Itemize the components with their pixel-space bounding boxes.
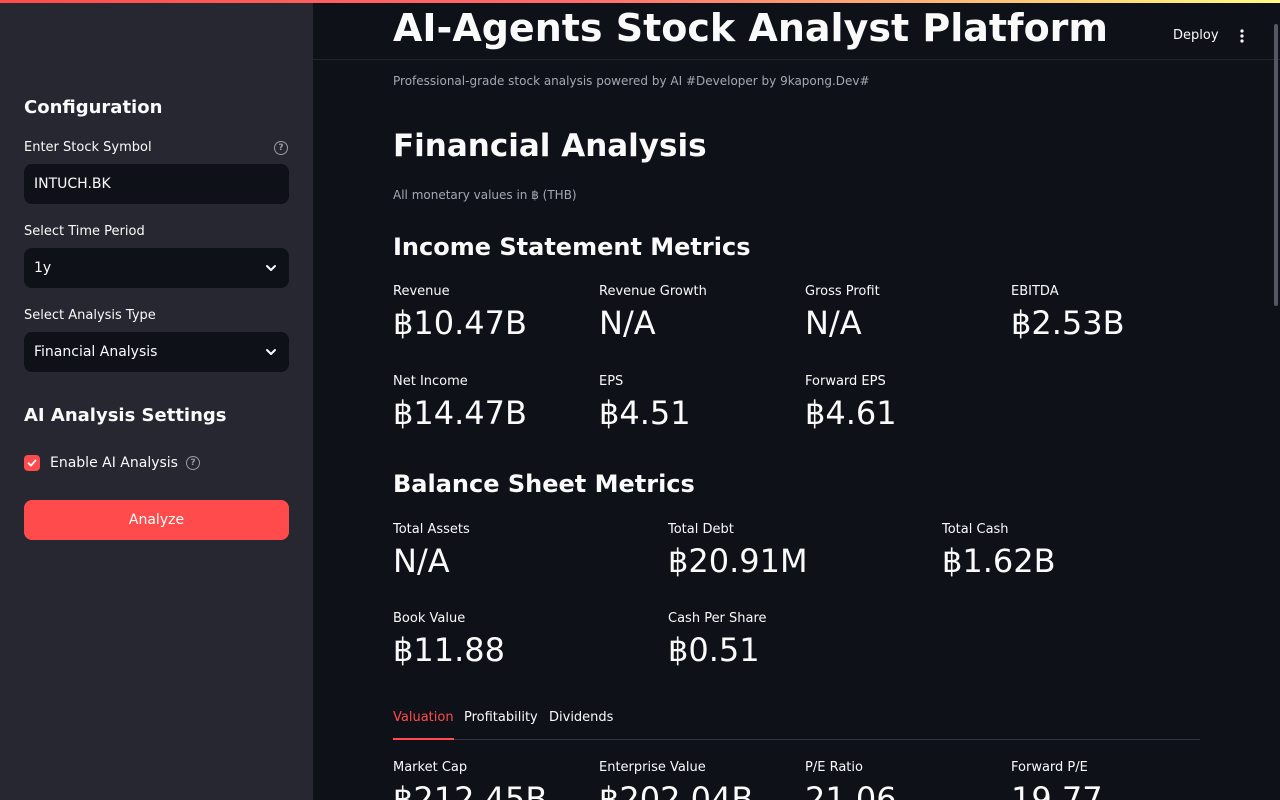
income-heading: Income Statement Metrics (393, 233, 751, 261)
metric-label: Total Debt (668, 522, 734, 537)
metric-label: EBITDA (1011, 284, 1059, 299)
tab-dividends[interactable]: Dividends (549, 710, 613, 740)
sidebar: Configuration Enter Stock Symbol ? INTUC… (0, 0, 313, 800)
metric-value: N/A (805, 304, 862, 342)
metric-value: ฿14.47B (393, 394, 527, 432)
period-label: Select Time Period (24, 224, 145, 239)
metric-value: N/A (393, 542, 450, 580)
section-title: Financial Analysis (393, 128, 707, 164)
metric-label: Revenue (393, 284, 450, 299)
page-title: AI-Agents Stock Analyst Platform (393, 6, 1109, 50)
metric-label: Gross Profit (805, 284, 880, 299)
metric-eps: EPS ฿4.51 (599, 374, 691, 432)
chevron-down-icon (266, 349, 276, 355)
metric-value: N/A (599, 304, 656, 342)
metric-value: ฿0.51 (668, 631, 760, 669)
metric-value: ฿11.88 (393, 631, 505, 669)
metric-label: Revenue Growth (599, 284, 707, 299)
metric-total-assets: Total Assets N/A (393, 522, 470, 580)
metric-forward-eps: Forward EPS ฿4.61 (805, 374, 897, 432)
symbol-label: Enter Stock Symbol (24, 140, 152, 155)
metric-net-income: Net Income ฿14.47B (393, 374, 527, 432)
metric-forward-pe: Forward P/E 19.77 (1011, 760, 1103, 800)
metric-label: Forward P/E (1011, 760, 1088, 775)
help-icon[interactable]: ? (274, 141, 288, 155)
metric-value: ฿202.04B (599, 780, 754, 800)
chevron-down-icon (266, 265, 276, 271)
metric-total-cash: Total Cash ฿1.62B (942, 522, 1056, 580)
metric-value: ฿10.47B (393, 304, 527, 342)
page-subtitle: Professional-grade stock analysis powere… (393, 74, 870, 88)
analysis-type-select[interactable]: Financial Analysis (24, 332, 289, 372)
analyze-button[interactable]: Analyze (24, 500, 289, 540)
stock-symbol-value: INTUCH.BK (34, 176, 111, 192)
analysis-type-value: Financial Analysis (34, 344, 158, 360)
stock-symbol-input[interactable]: INTUCH.BK (24, 164, 289, 204)
metric-market-cap: Market Cap ฿212.45B (393, 760, 547, 800)
time-period-value: 1y (34, 260, 52, 276)
metric-value: ฿1.62B (942, 542, 1056, 580)
metric-label: Enterprise Value (599, 760, 706, 775)
config-heading: Configuration (24, 97, 163, 118)
metric-value: ฿2.53B (1011, 304, 1125, 342)
metric-cash-per-share: Cash Per Share ฿0.51 (668, 611, 767, 669)
tab-profitability[interactable]: Profitability (464, 710, 538, 740)
ai-settings-heading: AI Analysis Settings (24, 405, 227, 426)
time-period-select[interactable]: 1y (24, 248, 289, 288)
metric-value: ฿20.91M (668, 542, 808, 580)
analysis-type-label: Select Analysis Type (24, 308, 156, 323)
metric-value: ฿4.51 (599, 394, 691, 432)
enable-ai-checkbox-row[interactable]: Enable AI Analysis ? (24, 455, 200, 471)
top-decoration-bar (0, 0, 1280, 3)
metric-label: Cash Per Share (668, 611, 767, 626)
metric-value: ฿4.61 (805, 394, 897, 432)
header-divider (313, 59, 1280, 60)
metric-label: P/E Ratio (805, 760, 863, 775)
metric-value: ฿212.45B (393, 780, 548, 800)
metric-total-debt: Total Debt ฿20.91M (668, 522, 808, 580)
deploy-button[interactable]: Deploy (1173, 28, 1219, 43)
metric-gross-profit: Gross Profit N/A (805, 284, 880, 342)
metric-label: Book Value (393, 611, 466, 626)
enable-ai-label: Enable AI Analysis (50, 455, 178, 471)
metric-value: 19.77 (1011, 780, 1103, 800)
metric-value: 21.06 (805, 780, 897, 800)
metric-pe-ratio: P/E Ratio 21.06 (805, 760, 897, 800)
balance-heading: Balance Sheet Metrics (393, 470, 695, 498)
more-menu-icon[interactable] (1234, 28, 1250, 44)
metric-enterprise-value: Enterprise Value ฿202.04B (599, 760, 753, 800)
scrollbar[interactable] (1274, 24, 1278, 306)
metric-revenue: Revenue ฿10.47B (393, 284, 527, 342)
tab-valuation[interactable]: Valuation (393, 710, 454, 740)
enable-ai-checkbox[interactable] (24, 455, 40, 471)
metric-revenue-growth: Revenue Growth N/A (599, 284, 707, 342)
check-icon (27, 459, 37, 467)
metrics-tabs: Valuation Profitability Dividends (393, 710, 1200, 740)
metric-book-value: Book Value ฿11.88 (393, 611, 505, 669)
metric-label: Total Cash (942, 522, 1009, 537)
metric-label: Total Assets (393, 522, 470, 537)
metric-label: EPS (599, 374, 624, 389)
metric-label: Net Income (393, 374, 468, 389)
currency-note: All monetary values in ฿ (THB) (393, 188, 577, 202)
metric-label: Forward EPS (805, 374, 886, 389)
metric-ebitda: EBITDA ฿2.53B (1011, 284, 1125, 342)
help-icon[interactable]: ? (185, 456, 200, 470)
metric-label: Market Cap (393, 760, 468, 775)
